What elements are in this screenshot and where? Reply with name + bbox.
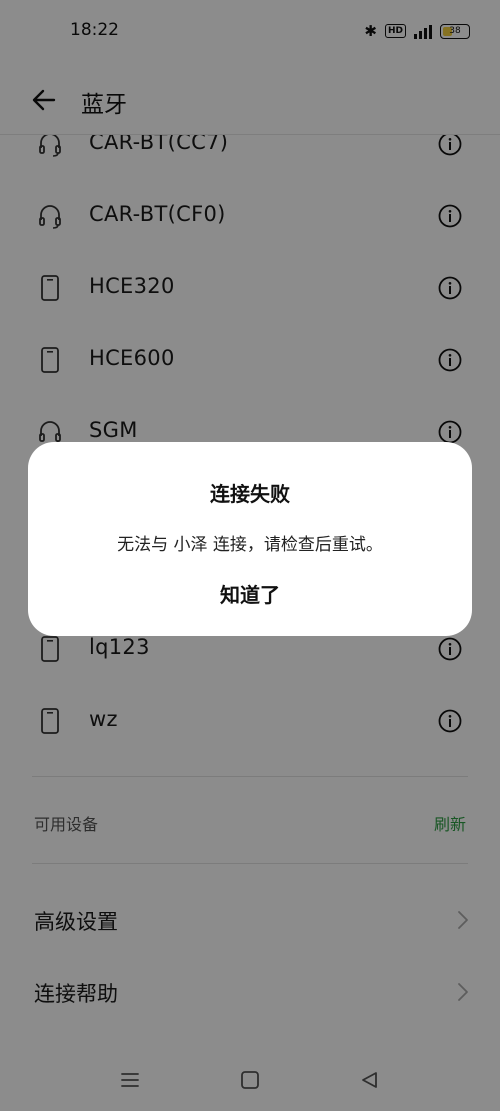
dialog-title: 连接失败 bbox=[210, 482, 290, 506]
dialog-message: 无法与 小泽 连接，请检查后重试。 bbox=[117, 535, 383, 555]
ok-button[interactable]: 知道了 bbox=[150, 572, 350, 618]
connection-failed-dialog: 连接失败 无法与 小泽 连接，请检查后重试。 知道了 bbox=[28, 442, 472, 636]
